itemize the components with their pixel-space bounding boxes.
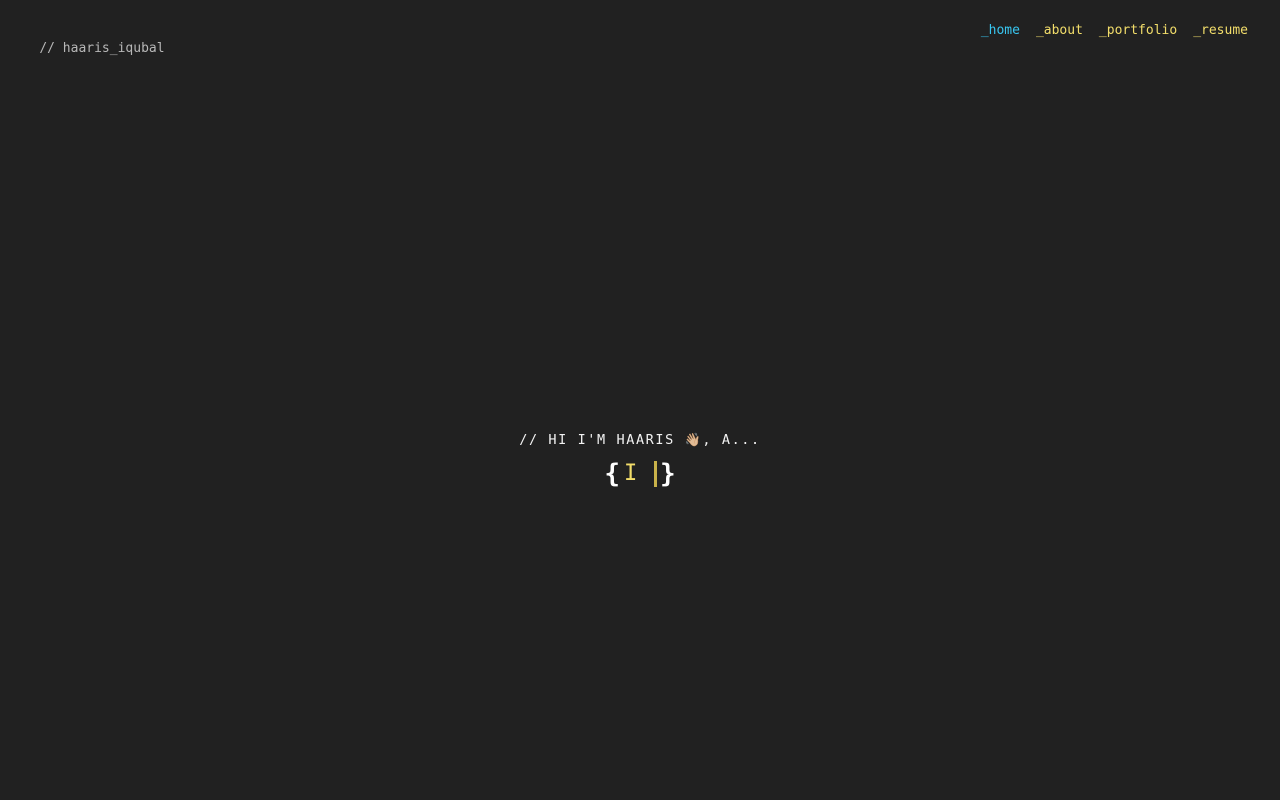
hero-greeting: // HI I'M HAARIS 👋🏼, A... (0, 430, 1280, 451)
close-brace: } (660, 459, 676, 489)
nav-link-resume[interactable]: _resume (1193, 22, 1248, 40)
typing-caret (654, 461, 657, 487)
nav-link-about[interactable]: _about (1036, 22, 1083, 40)
page: // haaris_iqubal _home _about _portfolio… (0, 0, 1280, 800)
brand-name: haaris_iqubal (62, 41, 165, 56)
open-brace: { (604, 459, 620, 489)
brand-prefix: // (39, 41, 55, 56)
nav-link-portfolio[interactable]: _portfolio (1099, 22, 1177, 40)
waving-hand-icon: 👋🏼 (684, 433, 703, 448)
nav-link-home[interactable]: _home (981, 22, 1020, 40)
greeting-suffix: , A... (702, 432, 761, 448)
top-nav: _home _about _portfolio _resume (981, 22, 1248, 40)
typed-role-text: I (624, 461, 638, 486)
greeting-text: // HI I'M HAARIS (519, 432, 685, 448)
hero-section: // HI I'M HAARIS 👋🏼, A... { I } (0, 430, 1280, 489)
site-brand[interactable]: // haaris_iqubal (8, 22, 165, 76)
typewriter-role: { I } (604, 459, 675, 489)
